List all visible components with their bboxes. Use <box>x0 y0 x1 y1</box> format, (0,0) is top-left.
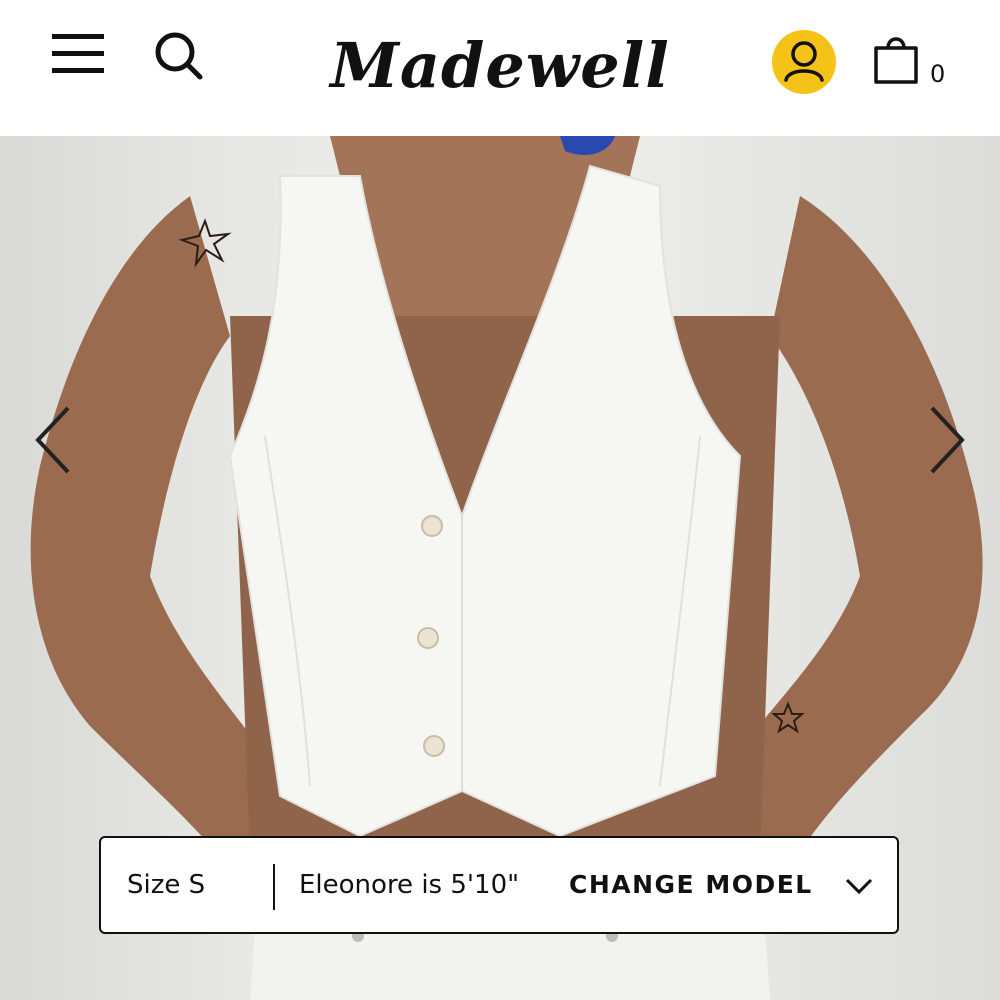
chevron-down-icon[interactable] <box>843 872 875 900</box>
change-model-button[interactable]: CHANGE MODEL <box>569 870 813 899</box>
bag-count-badge: 0 <box>930 60 946 88</box>
hamburger-menu-icon[interactable] <box>50 30 106 78</box>
brand-logo[interactable]: Madewell <box>300 20 700 110</box>
divider <box>273 864 275 910</box>
model-size-bar: Size S Eleonore is 5'10" CHANGE MODEL <box>99 836 899 934</box>
chevron-right-icon[interactable] <box>920 400 970 480</box>
user-icon[interactable] <box>772 30 836 94</box>
chevron-left-icon[interactable] <box>30 400 80 480</box>
search-icon[interactable] <box>150 28 206 84</box>
site-header: Madewell 0 <box>0 0 1000 132</box>
model-height-text: Eleonore is 5'10" <box>299 870 520 900</box>
size-label: Size S <box>127 870 206 900</box>
shopping-bag-icon[interactable] <box>868 30 924 90</box>
